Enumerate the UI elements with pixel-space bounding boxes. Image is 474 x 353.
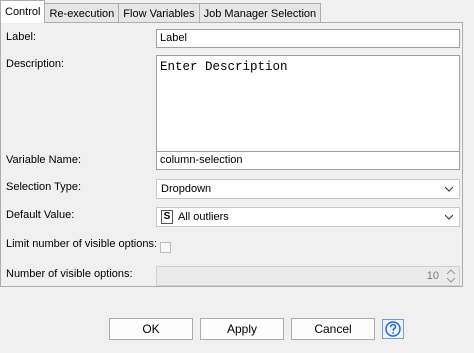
description-caption: Description: [6, 58, 65, 70]
tab-strip: Control Re-execution Flow Variables Job … [0, 0, 322, 23]
visible-options-value: 10 [426, 270, 439, 282]
visible-options-spinner[interactable]: 10 [156, 266, 460, 286]
tab-re-execution[interactable]: Re-execution [44, 3, 120, 23]
string-type-icon: S [161, 210, 173, 225]
selection-type-value: Dropdown [161, 183, 212, 195]
tab-flow-variables[interactable]: Flow Variables [118, 3, 200, 23]
tab-control[interactable]: Control [0, 0, 46, 23]
variable-name-caption: Variable Name: [6, 154, 81, 166]
help-button[interactable] [382, 319, 404, 339]
label-input[interactable]: Label [156, 29, 460, 48]
limit-options-caption: Limit number of visible options: [6, 238, 158, 250]
default-value-dropdown[interactable]: S All outliers [156, 207, 460, 227]
label-caption: Label: [6, 31, 36, 43]
ok-button[interactable]: OK [109, 318, 193, 340]
default-value-caption: Default Value: [6, 209, 75, 221]
chevron-down-icon [445, 186, 453, 192]
limit-options-checkbox[interactable] [160, 242, 171, 253]
selection-type-dropdown[interactable]: Dropdown [156, 179, 460, 199]
variable-name-input[interactable]: column-selection [156, 151, 460, 170]
tab-job-manager-selection[interactable]: Job Manager Selection [198, 3, 322, 23]
chevron-down-icon [445, 214, 453, 220]
cancel-button[interactable]: Cancel [291, 318, 375, 340]
default-value-value: All outliers [178, 211, 229, 223]
selection-type-caption: Selection Type: [6, 181, 82, 193]
control-panel: Label: Label Description: Enter Descript… [0, 22, 463, 287]
spinner-arrows-icon[interactable] [446, 269, 456, 283]
apply-button[interactable]: Apply [200, 318, 284, 340]
help-icon [385, 321, 401, 337]
visible-options-caption: Number of visible options: [6, 268, 133, 280]
